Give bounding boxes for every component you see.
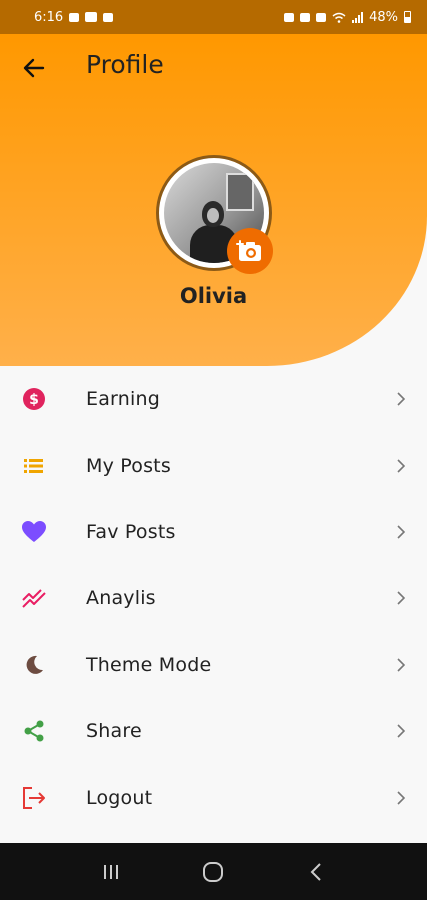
chevron-right-icon: [395, 723, 407, 739]
trending-icon: [20, 584, 48, 612]
home-button[interactable]: [193, 852, 233, 892]
moon-icon: [20, 651, 48, 679]
arrow-left-icon: [23, 58, 45, 78]
chevron-right-icon: [395, 590, 407, 606]
profile-name: Olivia: [179, 284, 248, 308]
home-icon: [203, 861, 224, 882]
menu-item-theme-mode[interactable]: Theme Mode: [0, 632, 427, 698]
battery-icon: [404, 11, 411, 23]
wifi-icon: [332, 12, 346, 23]
heart-icon: [20, 518, 48, 546]
menu-label: Anaylis: [86, 587, 156, 610]
system-nav-bar: [0, 843, 427, 900]
menu-label: Earning: [86, 388, 160, 411]
profile-header: Profile Olivia: [0, 34, 427, 366]
svg-text:$: $: [29, 392, 39, 408]
back-icon: [310, 862, 321, 881]
status-left: 6:16: [34, 9, 114, 25]
share-icon: [20, 717, 48, 745]
menu-item-earning[interactable]: $ Earning: [0, 366, 427, 432]
chevron-right-icon: [395, 657, 407, 673]
dollar-circle-icon: $: [20, 385, 48, 413]
menu-label: My Posts: [86, 454, 171, 477]
menu-label: Share: [86, 720, 142, 743]
video-notification-icon: [85, 12, 98, 22]
page-title: Profile: [86, 50, 164, 79]
menu-item-logout[interactable]: Logout: [0, 764, 427, 830]
recents-button[interactable]: [91, 852, 131, 892]
recents-icon: [104, 864, 119, 879]
chevron-right-icon: [395, 391, 407, 407]
menu-label: Fav Posts: [86, 520, 176, 543]
message-notification-icon: [69, 12, 80, 22]
menu-label: Theme Mode: [86, 653, 212, 676]
back-button[interactable]: [18, 52, 50, 84]
status-bar: 6:16 48%: [0, 0, 427, 34]
change-photo-button[interactable]: [227, 228, 273, 274]
profile-menu: $ Earning My Posts Fav Posts Anaylis The…: [0, 366, 427, 831]
menu-item-my-posts[interactable]: My Posts: [0, 432, 427, 498]
menu-item-anaylis[interactable]: Anaylis: [0, 565, 427, 631]
status-time: 6:16: [34, 9, 64, 25]
list-icon: [20, 452, 48, 480]
chevron-right-icon: [395, 458, 407, 474]
battery-percent: 48%: [369, 9, 398, 25]
chevron-right-icon: [395, 790, 407, 806]
alarm-icon: [284, 12, 295, 22]
menu-label: Logout: [86, 786, 153, 809]
signal-icon: [352, 11, 364, 23]
system-back-button[interactable]: [296, 852, 336, 892]
vibrate-icon: [300, 12, 311, 22]
mute-icon: [316, 12, 327, 22]
menu-item-share[interactable]: Share: [0, 698, 427, 764]
status-right: 48%: [284, 10, 411, 25]
add-photo-icon: [236, 240, 261, 261]
menu-item-fav-posts[interactable]: Fav Posts: [0, 499, 427, 565]
gallery-notification-icon: [103, 12, 114, 22]
logout-icon: [20, 784, 48, 812]
chevron-right-icon: [395, 524, 407, 540]
